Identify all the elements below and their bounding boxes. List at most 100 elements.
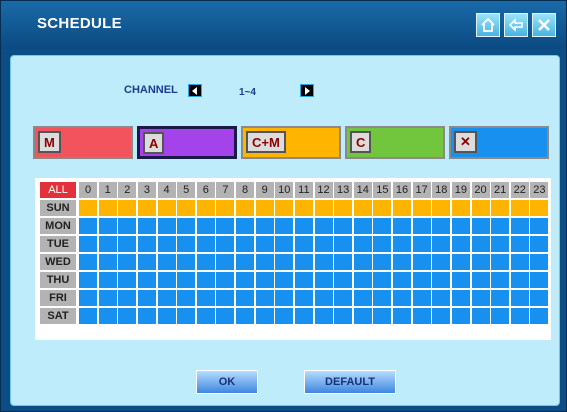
schedule-cell[interactable] [216,308,235,324]
schedule-cell[interactable] [451,308,470,324]
schedule-cell[interactable] [255,200,274,216]
schedule-cell[interactable] [137,272,156,288]
hour-header[interactable]: 2 [118,182,137,198]
schedule-cell[interactable] [451,218,470,234]
hour-header[interactable]: 19 [451,182,470,198]
hour-header[interactable]: 9 [255,182,274,198]
schedule-cell[interactable] [118,254,137,270]
schedule-cell[interactable] [118,272,137,288]
schedule-cell[interactable] [294,218,313,234]
schedule-cell[interactable] [491,290,510,306]
schedule-cell[interactable] [157,308,176,324]
schedule-cell[interactable] [530,272,549,288]
schedule-cell[interactable] [177,218,196,234]
day-label[interactable]: TUE [40,236,76,252]
schedule-cell[interactable] [471,254,490,270]
schedule-cell[interactable] [334,254,353,270]
schedule-cell[interactable] [471,218,490,234]
schedule-cell[interactable] [294,236,313,252]
schedule-cell[interactable] [334,200,353,216]
schedule-cell[interactable] [393,254,411,270]
schedule-cell[interactable] [334,236,353,252]
schedule-cell[interactable] [491,272,510,288]
schedule-cell[interactable] [216,236,235,252]
schedule-cell[interactable] [373,290,392,306]
schedule-cell[interactable] [491,200,510,216]
schedule-cell[interactable] [137,290,156,306]
schedule-cell[interactable] [530,218,549,234]
schedule-cell[interactable] [451,236,470,252]
schedule-cell[interactable] [393,290,411,306]
schedule-cell[interactable] [98,218,117,234]
day-label[interactable]: SUN [40,200,76,216]
hour-header[interactable]: 10 [275,182,294,198]
schedule-cell[interactable] [510,236,529,252]
schedule-cell[interactable] [353,308,372,324]
schedule-cell[interactable] [236,200,254,216]
schedule-cell[interactable] [294,254,313,270]
schedule-cell[interactable] [137,200,156,216]
schedule-cell[interactable] [255,272,274,288]
schedule-cell[interactable] [137,218,156,234]
mode-button-c[interactable]: C [345,126,445,159]
ok-button[interactable]: OK [196,370,258,394]
schedule-cell[interactable] [353,254,372,270]
schedule-cell[interactable] [432,290,451,306]
mode-button-a[interactable]: A [137,126,237,159]
schedule-cell[interactable] [334,290,353,306]
mode-button-m[interactable]: M [33,126,133,159]
schedule-cell[interactable] [275,272,294,288]
schedule-cell[interactable] [79,272,97,288]
schedule-cell[interactable] [314,290,333,306]
schedule-cell[interactable] [98,290,117,306]
schedule-cell[interactable] [353,218,372,234]
schedule-cell[interactable] [216,218,235,234]
schedule-cell[interactable] [373,254,392,270]
schedule-cell[interactable] [294,308,313,324]
schedule-cell[interactable] [510,290,529,306]
hour-header[interactable]: 16 [393,182,411,198]
schedule-cell[interactable] [157,236,176,252]
schedule-cell[interactable] [530,290,549,306]
schedule-cell[interactable] [255,254,274,270]
schedule-cell[interactable] [137,308,156,324]
schedule-cell[interactable] [530,200,549,216]
schedule-cell[interactable] [275,308,294,324]
schedule-cell[interactable] [334,308,353,324]
schedule-cell[interactable] [353,290,372,306]
schedule-cell[interactable] [255,290,274,306]
schedule-cell[interactable] [510,218,529,234]
schedule-cell[interactable] [432,236,451,252]
schedule-cell[interactable] [314,236,333,252]
schedule-cell[interactable] [314,254,333,270]
channel-next-button[interactable] [300,84,314,97]
schedule-cell[interactable] [216,290,235,306]
schedule-cell[interactable] [196,254,215,270]
schedule-cell[interactable] [157,200,176,216]
schedule-cell[interactable] [118,218,137,234]
hour-header[interactable]: 21 [491,182,510,198]
schedule-cell[interactable] [294,272,313,288]
schedule-cell[interactable] [510,254,529,270]
schedule-cell[interactable] [118,290,137,306]
schedule-cell[interactable] [491,254,510,270]
schedule-cell[interactable] [157,272,176,288]
schedule-cell[interactable] [373,200,392,216]
schedule-cell[interactable] [157,290,176,306]
home-button[interactable] [476,13,500,37]
schedule-cell[interactable] [530,254,549,270]
schedule-cell[interactable] [353,200,372,216]
schedule-cell[interactable] [412,200,431,216]
schedule-cell[interactable] [314,272,333,288]
schedule-cell[interactable] [196,308,215,324]
day-label[interactable]: MON [40,218,76,234]
schedule-cell[interactable] [510,272,529,288]
day-label[interactable]: THU [40,272,76,288]
schedule-cell[interactable] [334,272,353,288]
schedule-cell[interactable] [196,236,215,252]
schedule-cell[interactable] [314,308,333,324]
schedule-cell[interactable] [177,272,196,288]
schedule-cell[interactable] [137,254,156,270]
schedule-cell[interactable] [393,236,411,252]
select-all-button[interactable]: ALL [40,182,76,198]
